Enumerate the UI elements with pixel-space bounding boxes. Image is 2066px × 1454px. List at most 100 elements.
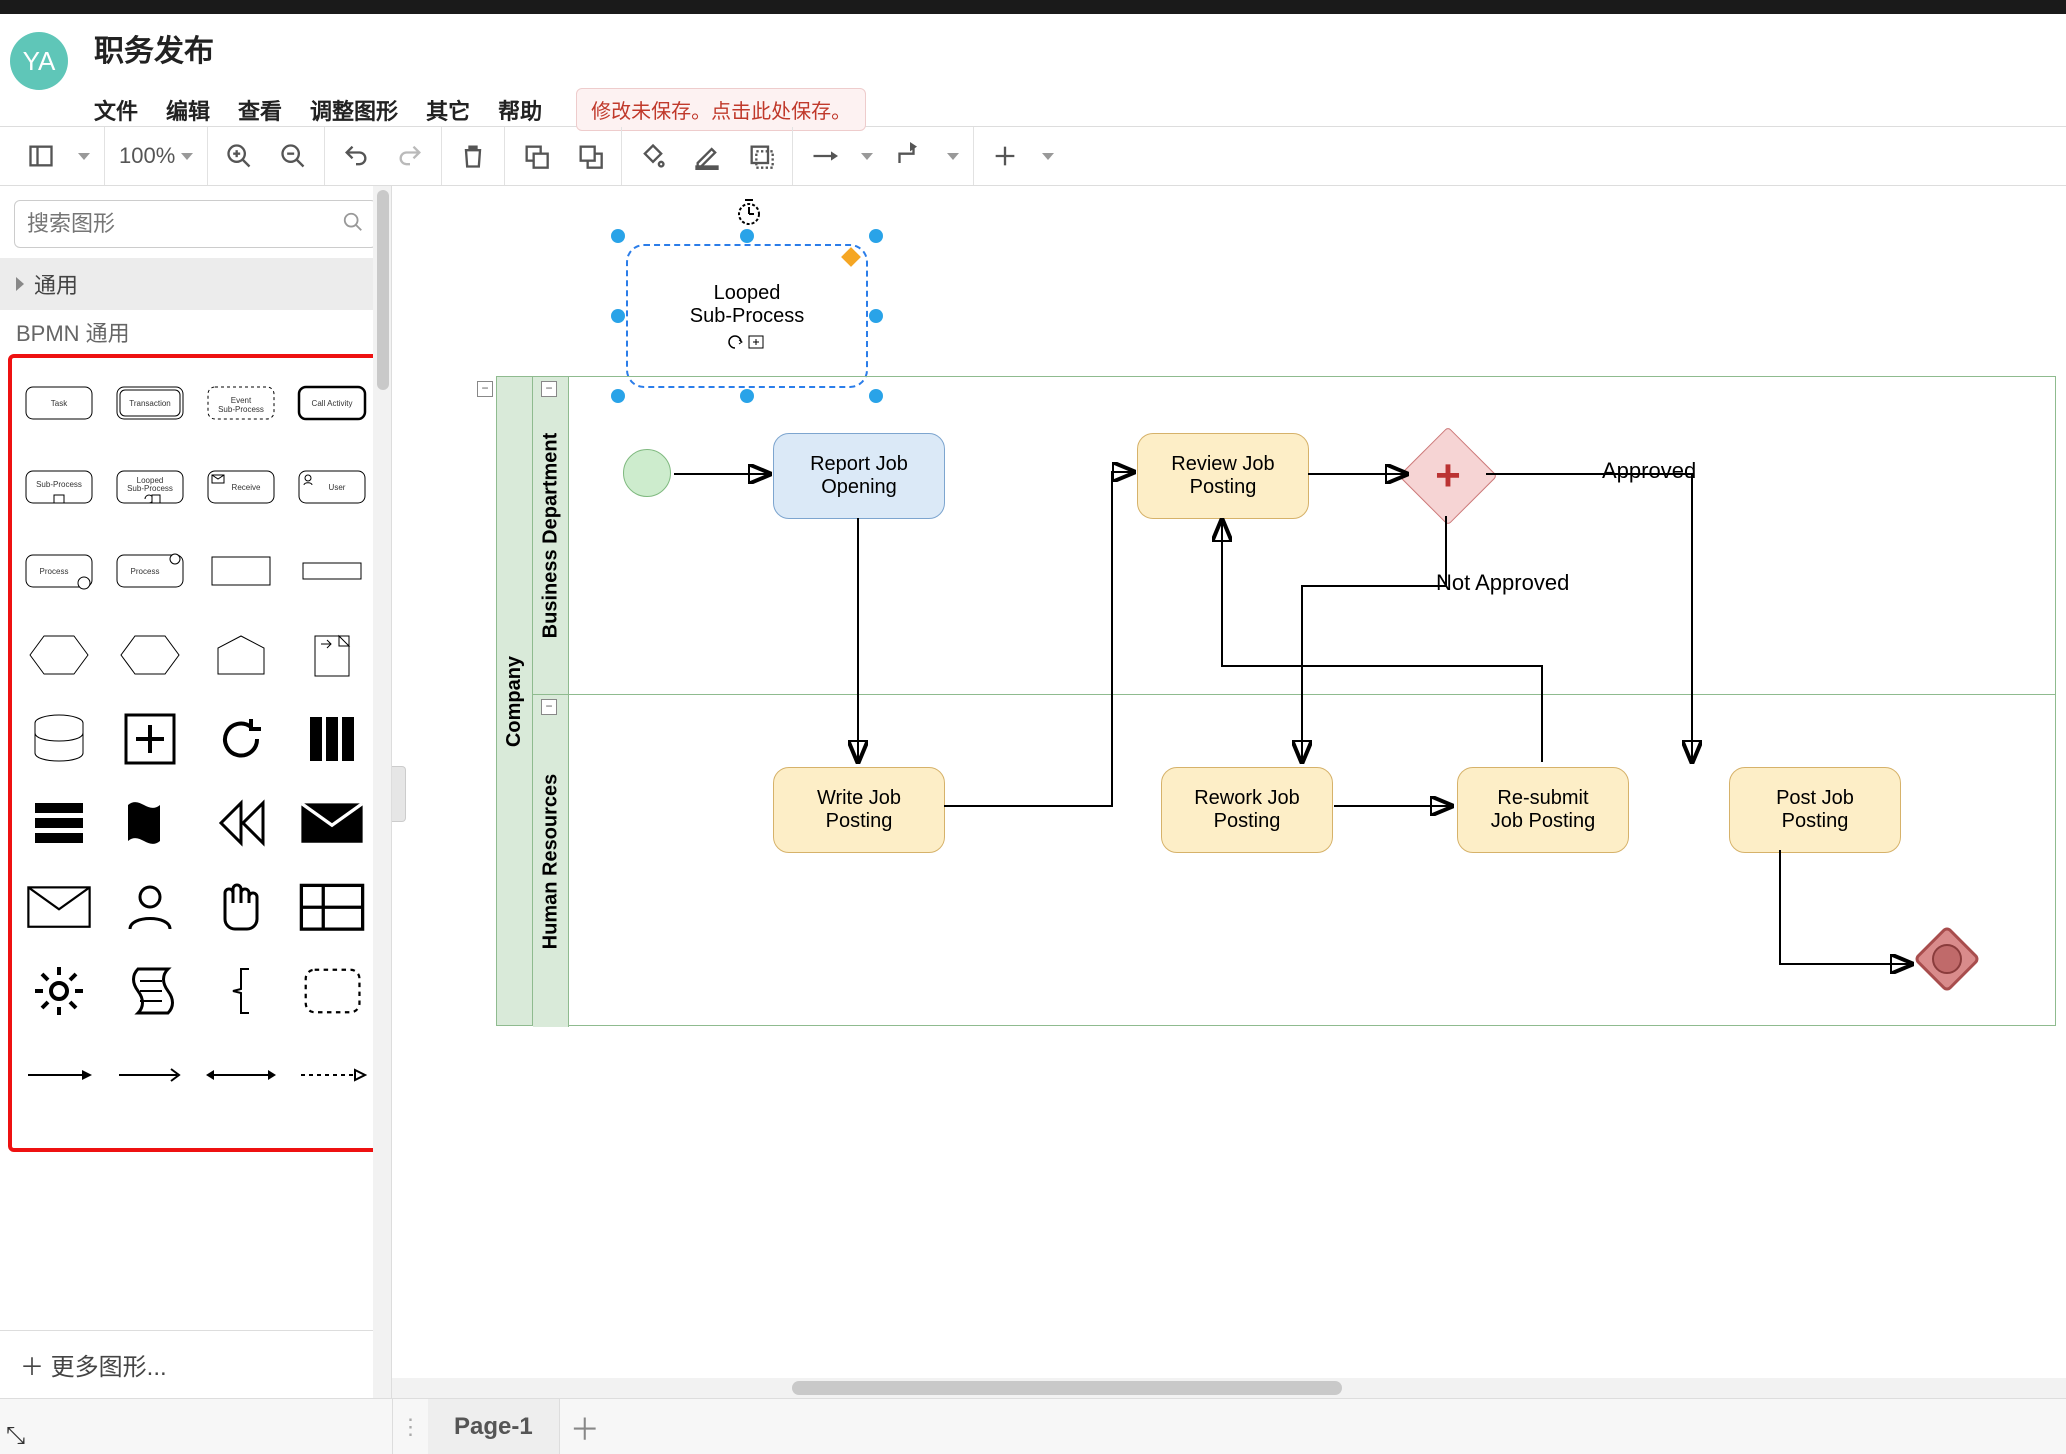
shape-receive[interactable]: Receive (201, 454, 282, 520)
zoom-dropdown[interactable]: 100% (119, 143, 193, 169)
shape-user-icon[interactable] (109, 874, 190, 940)
shape-parallel-bars[interactable] (292, 706, 373, 772)
line-color-button[interactable] (690, 139, 724, 173)
task-write[interactable]: Write Job Posting (773, 767, 945, 853)
selected-looped-subprocess[interactable]: Looped Sub-Process (618, 236, 876, 396)
save-warning[interactable]: 修改未保存。点击此处保存。 (576, 88, 866, 131)
lane-collapse-icon[interactable]: − (541, 699, 557, 715)
fill-color-button[interactable] (636, 139, 670, 173)
redo-button[interactable] (393, 139, 427, 173)
shape-rewind-icon[interactable] (201, 790, 282, 856)
palette-bpmn-label[interactable]: BPMN 通用 (0, 310, 391, 348)
search-input[interactable] (27, 211, 342, 237)
shape-envelope-outline[interactable] (18, 874, 99, 940)
menu-file[interactable]: 文件 (94, 94, 138, 126)
shape-event-subprocess[interactable]: EventSub-Process (201, 370, 282, 436)
shape-horizontal-bars[interactable] (18, 790, 99, 856)
task-resubmit[interactable]: Re-submit Job Posting (1457, 767, 1629, 853)
resize-handle[interactable] (611, 309, 625, 323)
resize-handle[interactable] (869, 229, 883, 243)
pool-collapse-icon[interactable]: − (477, 381, 493, 397)
shape-dashed-rect[interactable] (292, 958, 373, 1024)
lane-collapse-icon[interactable]: − (541, 381, 557, 397)
shape-envelope-filled[interactable] (292, 790, 373, 856)
main-area: 通用 BPMN 通用 Task Transaction EventSub-Pro… (0, 186, 2066, 1398)
shape-plus-box[interactable] (109, 706, 190, 772)
shape-gear-icon[interactable] (18, 958, 99, 1024)
pool-title[interactable]: Company (497, 377, 533, 1025)
bpmn-pool[interactable]: Company − Business Department − Report J… (496, 376, 2056, 1026)
shape-process-timer[interactable]: Process (18, 538, 99, 604)
selected-label-1: Looped (714, 282, 781, 305)
shape-bracket-icon[interactable] (201, 958, 282, 1024)
menu-view[interactable]: 查看 (238, 94, 282, 126)
resize-handle[interactable] (740, 229, 754, 243)
end-event[interactable] (1913, 925, 1981, 993)
zoom-in-button[interactable] (222, 139, 256, 173)
shape-looped-subprocess[interactable]: LoopedSub-Process (109, 454, 190, 520)
resize-handle[interactable] (611, 229, 625, 243)
scrollbar-thumb[interactable] (377, 190, 389, 390)
shape-document-arrow[interactable] (292, 622, 373, 688)
avatar[interactable]: YA (10, 32, 68, 90)
tab-drag-handle[interactable]: ⋮ (392, 1399, 428, 1454)
add-page-button[interactable]: ＋ (560, 1399, 610, 1454)
svg-text:Process: Process (130, 567, 159, 576)
to-front-button[interactable] (519, 139, 553, 173)
undo-button[interactable] (339, 139, 373, 173)
shape-call-activity[interactable]: Call Activity (292, 370, 373, 436)
shape-process-marker[interactable]: Process (109, 538, 190, 604)
shape-arrow-double[interactable] (201, 1042, 282, 1108)
more-shapes-button[interactable]: ＋ 更多图形... (0, 1330, 391, 1398)
zoom-out-button[interactable] (276, 139, 310, 173)
waypoint-style-button[interactable] (893, 139, 927, 173)
shape-arrow-open[interactable] (109, 1042, 190, 1108)
shape-transaction[interactable]: Transaction (109, 370, 190, 436)
shape-rect[interactable] (201, 538, 282, 604)
task-review[interactable]: Review Job Posting (1137, 433, 1309, 519)
to-back-button[interactable] (573, 139, 607, 173)
lane-title-1[interactable]: Business Department (533, 377, 569, 694)
menu-extras[interactable]: 其它 (426, 94, 470, 126)
delete-button[interactable] (456, 139, 490, 173)
shape-hand-icon[interactable] (201, 874, 282, 940)
shape-table-icon[interactable] (292, 874, 373, 940)
parallel-gateway[interactable]: + (1399, 427, 1498, 526)
lane-title-2[interactable]: Human Resources (533, 695, 569, 1027)
lane-business[interactable]: Business Department − Report Job Opening… (533, 377, 2055, 695)
task-post[interactable]: Post Job Posting (1729, 767, 1901, 853)
connection-style-button[interactable] (807, 139, 841, 173)
lane-hr[interactable]: Human Resources − Write Job Posting Rewo… (533, 695, 2055, 1027)
menu-edit[interactable]: 编辑 (166, 94, 210, 126)
shape-hexagon[interactable] (109, 622, 190, 688)
canvas-scrollbar[interactable] (392, 1378, 2066, 1398)
scrollbar-thumb[interactable] (792, 1381, 1342, 1395)
toggle-panels-button[interactable] (24, 139, 58, 173)
shape-user[interactable]: User (292, 454, 373, 520)
menu-help[interactable]: 帮助 (498, 94, 542, 126)
shape-script-icon[interactable] (109, 958, 190, 1024)
menu-arrange[interactable]: 调整图形 (310, 94, 398, 126)
task-rework[interactable]: Rework Job Posting (1161, 767, 1333, 853)
page-tab-1[interactable]: Page-1 (428, 1399, 560, 1454)
shape-pentagon-house[interactable] (201, 622, 282, 688)
task-report[interactable]: Report Job Opening (773, 433, 945, 519)
shape-arrow-dashed[interactable] (292, 1042, 373, 1108)
sidebar-collapse-handle[interactable] (392, 766, 406, 822)
shape-task[interactable]: Task (18, 370, 99, 436)
shape-flag-wave[interactable] (109, 790, 190, 856)
shape-subprocess[interactable]: Sub-Process (18, 454, 99, 520)
shape-rect-thin[interactable] (292, 538, 373, 604)
insert-button[interactable] (988, 139, 1022, 173)
search-icon[interactable] (342, 211, 364, 238)
resize-handle[interactable] (869, 309, 883, 323)
start-event[interactable] (623, 449, 671, 497)
shape-hexagon-rounded[interactable] (18, 622, 99, 688)
sidebar-scrollbar[interactable] (373, 186, 391, 1398)
shadow-button[interactable] (744, 139, 778, 173)
shape-arrow-solid[interactable] (18, 1042, 99, 1108)
palette-general-header[interactable]: 通用 (0, 258, 391, 310)
canvas[interactable]: Looped Sub-Process Company − Bu (392, 186, 2066, 1398)
shape-datastore[interactable] (18, 706, 99, 772)
shape-loop-icon[interactable] (201, 706, 282, 772)
